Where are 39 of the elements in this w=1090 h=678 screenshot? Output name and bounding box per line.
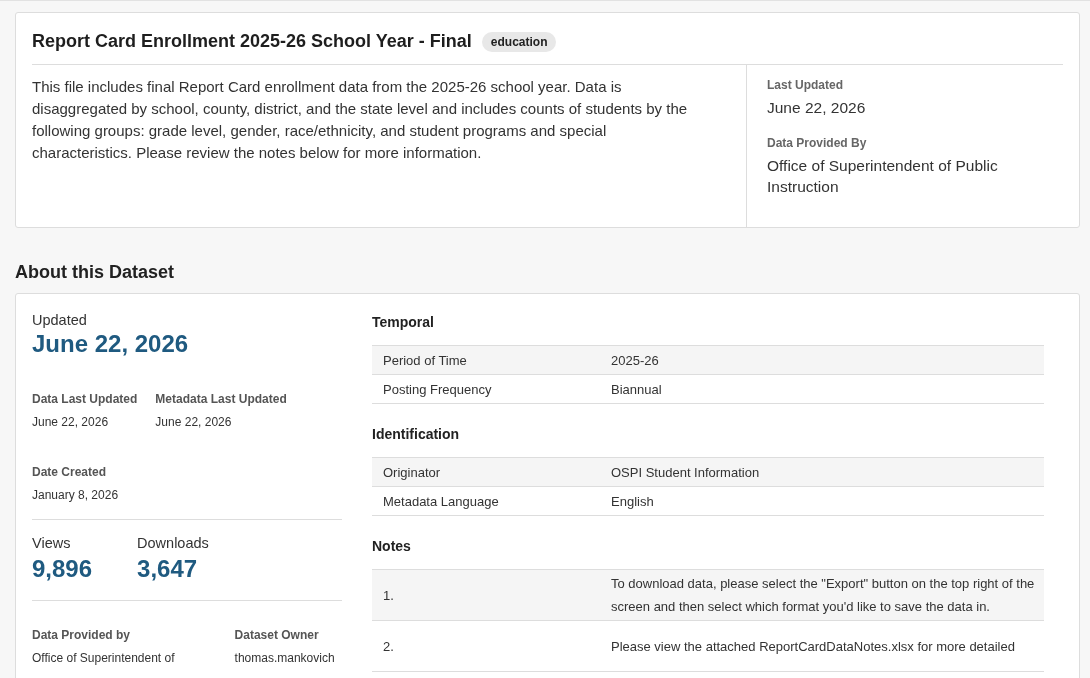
owner-value: thomas.mankovich <box>234 651 335 665</box>
fact-label: Last Updated <box>767 78 844 92</box>
owner-value: Office of Superintendent of <box>32 651 175 665</box>
stat-value: 9,896 <box>32 555 93 583</box>
date-value: June 22, 2026 <box>32 415 110 429</box>
metadata-heading: Temporal <box>372 314 435 330</box>
table-cell-text: 2. <box>382 637 395 656</box>
table-cell-text: Originator <box>382 464 442 480</box>
table-cell-text: OSPI Student Information <box>611 464 761 480</box>
table-cell-text: English <box>611 493 655 509</box>
category-tag[interactable]: education <box>481 31 557 52</box>
fact-value: Office of Superintendent of Public Instruction <box>767 156 999 197</box>
dataset-title: Report Card Enrollment 2025-26 School Year - Final <box>32 31 472 52</box>
metadata-heading: Notes <box>372 538 412 554</box>
date-label: Metadata Last Updated <box>155 392 287 406</box>
fact-value: June 22, 2026 <box>767 98 867 118</box>
table-cell-text: Metadata Language <box>382 493 500 509</box>
stat-label: Views <box>32 535 72 551</box>
updated-label: Updated <box>32 312 88 328</box>
table-cell-text: Period of Time <box>382 352 468 368</box>
table-cell-text: Posting Frequency <box>382 381 493 397</box>
table-cell-text: 1. <box>382 586 395 605</box>
date-value: June 22, 2026 <box>155 415 233 429</box>
section-heading: About this Dataset <box>15 262 175 283</box>
owner-label: Data Provided by <box>32 628 132 642</box>
table-cell-text: To download data, please select the "Export" button on the top right of the screen and then select which format you'd like to save the data in. <box>611 575 1036 616</box>
stat-label: Downloads <box>137 535 209 551</box>
fact-label: Data Provided By <box>767 136 868 150</box>
updated-date: June 22, 2026 <box>32 330 190 358</box>
table-cell-text: 2025-26 <box>611 352 660 368</box>
table-cell-text: Biannual <box>611 381 663 397</box>
date-label: Data Last Updated <box>32 392 138 406</box>
metadata-heading: Identification <box>372 426 461 442</box>
dataset-description: This file includes final Report Card enrollment data from the 2025-26 school year. Data is disaggregated by school, county, district, and the state level and includes counts of students by the following groups: grade level, gender, race/ethnicity, and student programs and special characteristics. Please review the notes below for more information. <box>32 77 689 163</box>
date-value: January 8, 2026 <box>32 488 120 502</box>
owner-label: Dataset Owner <box>234 628 320 642</box>
table-cell-text: Please view the attached ReportCardDataNotes.xlsx for more detailed <box>611 637 1016 656</box>
date-label: Date Created <box>32 465 108 479</box>
stat-value: 3,647 <box>137 555 199 583</box>
